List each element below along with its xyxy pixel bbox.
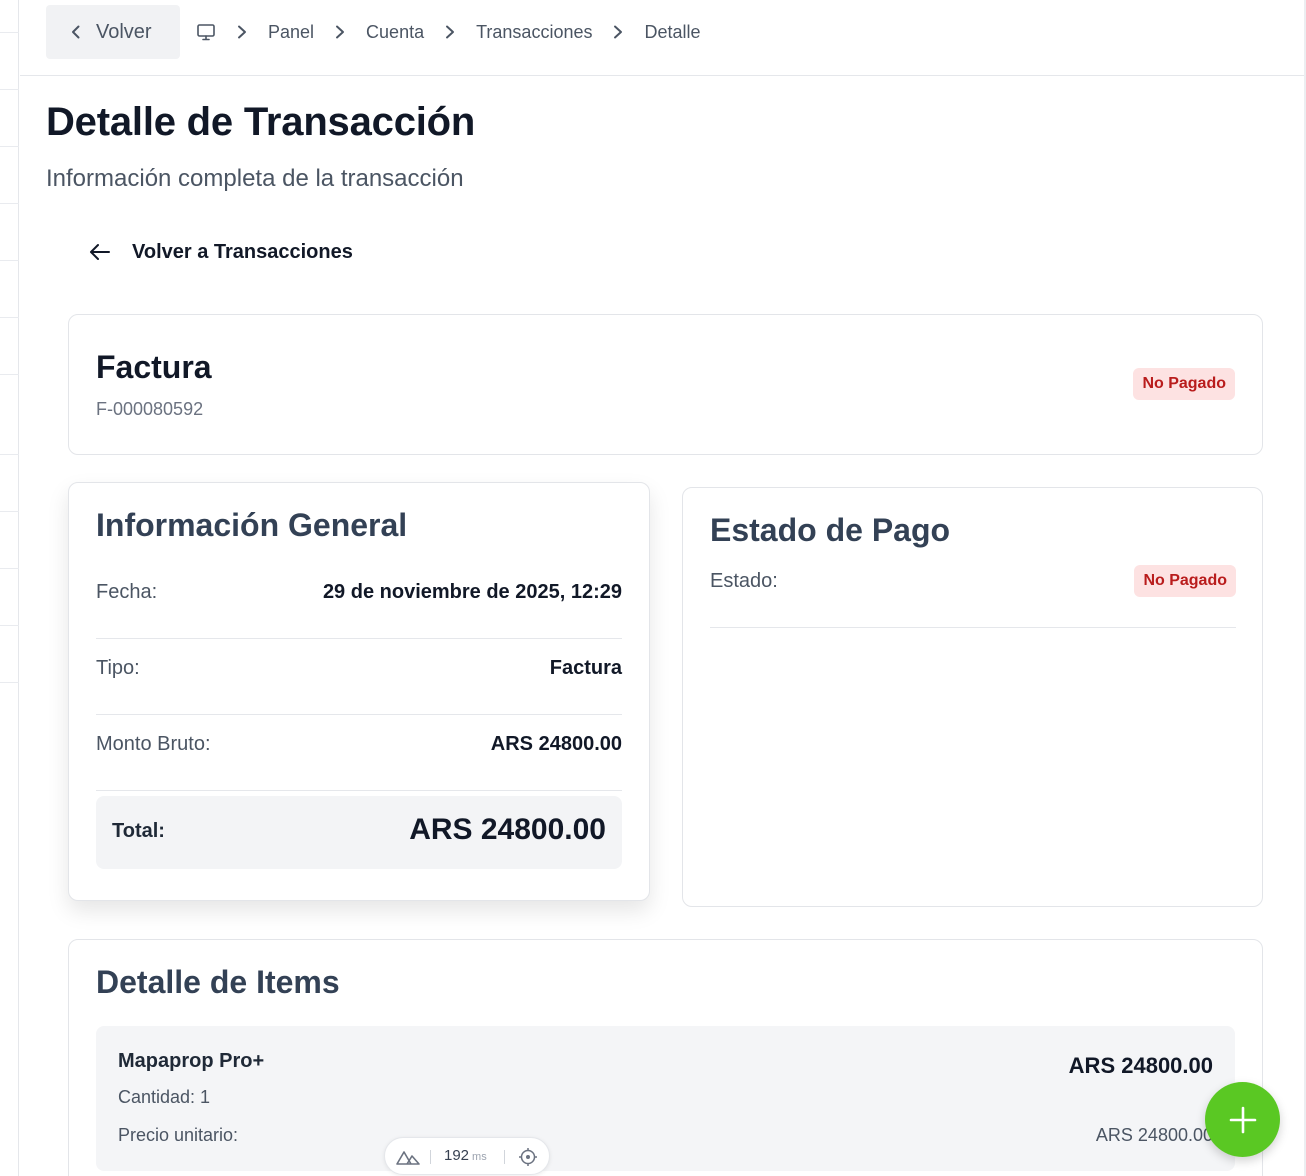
status-badge: No Pagado bbox=[1133, 368, 1235, 400]
breadcrumb-transacciones[interactable]: Transacciones bbox=[476, 22, 592, 43]
info-value: Factura bbox=[549, 657, 622, 679]
devtools-divider bbox=[430, 1150, 431, 1164]
item-quantity: Cantidad: 1 bbox=[118, 1087, 211, 1107]
payment-status-badge: No Pagado bbox=[1134, 565, 1236, 597]
list-item: Mapaprop Pro+ Cantidad: 1 Precio unitari… bbox=[96, 1026, 1235, 1171]
info-row-fecha: Fecha: 29 de noviembre de 2025, 12:29 bbox=[96, 563, 622, 639]
sidebar-divider bbox=[0, 146, 19, 147]
info-label: Tipo: bbox=[96, 657, 140, 679]
info-label: Fecha: bbox=[96, 581, 158, 603]
back-button[interactable]: Volver bbox=[46, 5, 180, 59]
transaction-header-card: Factura F-000080592 No Pagado bbox=[68, 314, 1263, 455]
payment-status-card: Estado de Pago Estado: No Pagado bbox=[682, 487, 1263, 907]
back-to-transactions-link[interactable]: Volver a Transacciones bbox=[88, 240, 353, 264]
sidebar-divider bbox=[0, 374, 19, 375]
item-unit-price-label: Precio unitario: bbox=[118, 1125, 239, 1145]
devtools-divider bbox=[504, 1150, 505, 1164]
sidebar-divider bbox=[0, 568, 19, 569]
payment-status-row: Estado: No Pagado bbox=[710, 552, 1236, 628]
total-label: Total: bbox=[112, 820, 165, 842]
top-bar: Volver Panel Cuenta Transacciones Detall… bbox=[20, 0, 1304, 76]
item-unit-price: ARS 24800.00 bbox=[1095, 1125, 1213, 1145]
sidebar-divider bbox=[0, 203, 19, 204]
sidebar-divider bbox=[0, 260, 19, 261]
sidebar-divider bbox=[0, 32, 19, 33]
items-detail-card: Detalle de Items Mapaprop Pro+ Cantidad:… bbox=[68, 939, 1263, 1176]
sidebar-divider bbox=[0, 511, 19, 512]
crosshair-icon[interactable] bbox=[518, 1147, 538, 1167]
info-row-tipo: Tipo: Factura bbox=[96, 639, 622, 715]
render-timing-value: 192 bbox=[444, 1147, 470, 1164]
page-title: Detalle de Transacción bbox=[46, 100, 476, 144]
render-timing: 192 ms bbox=[444, 1147, 487, 1164]
page-subtitle: Información completa de la transacción bbox=[46, 165, 464, 192]
general-info-card: Información General Fecha: 29 de noviemb… bbox=[68, 482, 650, 901]
sidebar-divider bbox=[0, 625, 19, 626]
chevron-right-icon bbox=[336, 25, 345, 39]
total-value: ARS 24800.00 bbox=[409, 813, 606, 846]
devtools-pill[interactable]: 192 ms bbox=[384, 1137, 550, 1175]
item-amount: ARS 24800.00 bbox=[1068, 1053, 1213, 1078]
breadcrumb: Panel Cuenta Transacciones Detalle bbox=[196, 14, 719, 50]
info-label: Monto Bruto: bbox=[96, 733, 211, 755]
back-button-label: Volver bbox=[96, 20, 152, 43]
breadcrumb-panel[interactable]: Panel bbox=[268, 22, 314, 43]
general-info-title: Información General bbox=[96, 507, 408, 543]
payment-status-label: Estado: bbox=[710, 570, 778, 592]
document-number: F-000080592 bbox=[96, 399, 204, 419]
sidebar-divider bbox=[0, 317, 19, 318]
items-detail-title: Detalle de Items bbox=[96, 964, 340, 1000]
breadcrumb-cuenta[interactable]: Cuenta bbox=[366, 22, 424, 43]
item-name: Mapaprop Pro+ bbox=[118, 1050, 265, 1072]
nuxt-logo-icon[interactable] bbox=[395, 1147, 421, 1167]
total-box: Total: ARS 24800.00 bbox=[96, 796, 622, 869]
render-timing-unit: ms bbox=[472, 1151, 487, 1163]
sidebar-divider bbox=[0, 682, 19, 683]
sidebar-collapsed bbox=[0, 0, 19, 1176]
plus-icon bbox=[1229, 1106, 1256, 1133]
payment-status-title: Estado de Pago bbox=[710, 512, 951, 548]
chevron-right-icon bbox=[238, 25, 246, 39]
chevron-left-icon bbox=[72, 25, 80, 39]
info-value: ARS 24800.00 bbox=[490, 733, 622, 755]
arrow-left-icon bbox=[90, 244, 110, 260]
add-fab-button[interactable] bbox=[1205, 1082, 1280, 1157]
chevron-right-icon bbox=[446, 25, 455, 39]
sidebar-divider bbox=[0, 89, 19, 90]
chevron-right-icon bbox=[614, 25, 623, 39]
info-value: 29 de noviembre de 2025, 12:29 bbox=[322, 581, 622, 603]
sidebar-divider bbox=[0, 454, 19, 455]
monitor-icon[interactable] bbox=[196, 22, 216, 42]
document-type: Factura bbox=[96, 349, 212, 385]
back-link-label: Volver a Transacciones bbox=[132, 240, 353, 263]
info-row-monto-bruto: Monto Bruto: ARS 24800.00 bbox=[96, 715, 622, 791]
breadcrumb-detalle: Detalle bbox=[644, 21, 701, 42]
